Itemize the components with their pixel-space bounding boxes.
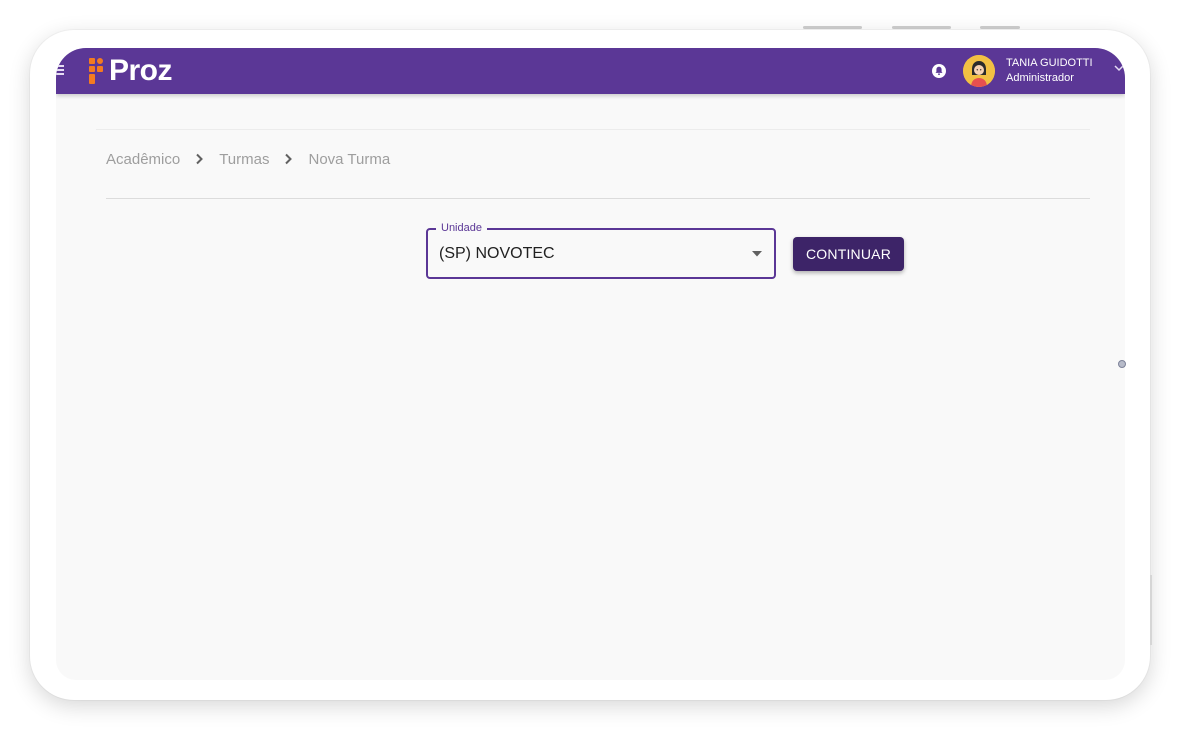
brand-name: Proz bbox=[109, 54, 173, 87]
section-divider bbox=[106, 198, 1090, 199]
caret-down-icon bbox=[752, 251, 762, 257]
device-volume-button bbox=[803, 26, 862, 29]
user-avatar[interactable] bbox=[963, 55, 995, 87]
bell-icon[interactable] bbox=[931, 63, 947, 79]
device-power-button bbox=[980, 26, 1020, 29]
top-app-bar: Proz TANIA GUIDOTTI Administrador bbox=[56, 48, 1125, 94]
hamburger-icon[interactable] bbox=[56, 65, 64, 75]
user-name: TANIA GUIDOTTI bbox=[1006, 57, 1093, 69]
unidade-selected-value: (SP) NOVOTEC bbox=[439, 245, 555, 262]
chevron-right-icon bbox=[285, 153, 293, 165]
device-side-edge bbox=[1150, 575, 1152, 645]
content-top-divider bbox=[96, 129, 1090, 130]
unidade-label: Unidade bbox=[436, 221, 487, 235]
floating-scroll-handle[interactable] bbox=[1118, 360, 1126, 368]
device-volume-button bbox=[892, 26, 951, 29]
breadcrumb: Acadêmico Turmas Nova Turma bbox=[106, 149, 390, 169]
chevron-down-icon[interactable] bbox=[1114, 64, 1124, 72]
user-role: Administrador bbox=[1006, 72, 1074, 84]
unidade-select[interactable]: Unidade (SP) NOVOTEC bbox=[426, 221, 776, 279]
proz-logo-icon bbox=[89, 58, 103, 84]
brand-logo[interactable]: Proz bbox=[88, 54, 173, 88]
app-screen: Proz TANIA GUIDOTTI Administrador Acadêm… bbox=[56, 48, 1125, 680]
continue-button[interactable]: CONTINUAR bbox=[793, 237, 904, 271]
chevron-right-icon bbox=[196, 153, 204, 165]
avatar-illustration-icon bbox=[963, 55, 995, 87]
breadcrumb-item-turmas[interactable]: Turmas bbox=[219, 151, 269, 168]
breadcrumb-item-academico[interactable]: Acadêmico bbox=[106, 151, 180, 168]
breadcrumb-item-nova-turma: Nova Turma bbox=[308, 150, 391, 168]
